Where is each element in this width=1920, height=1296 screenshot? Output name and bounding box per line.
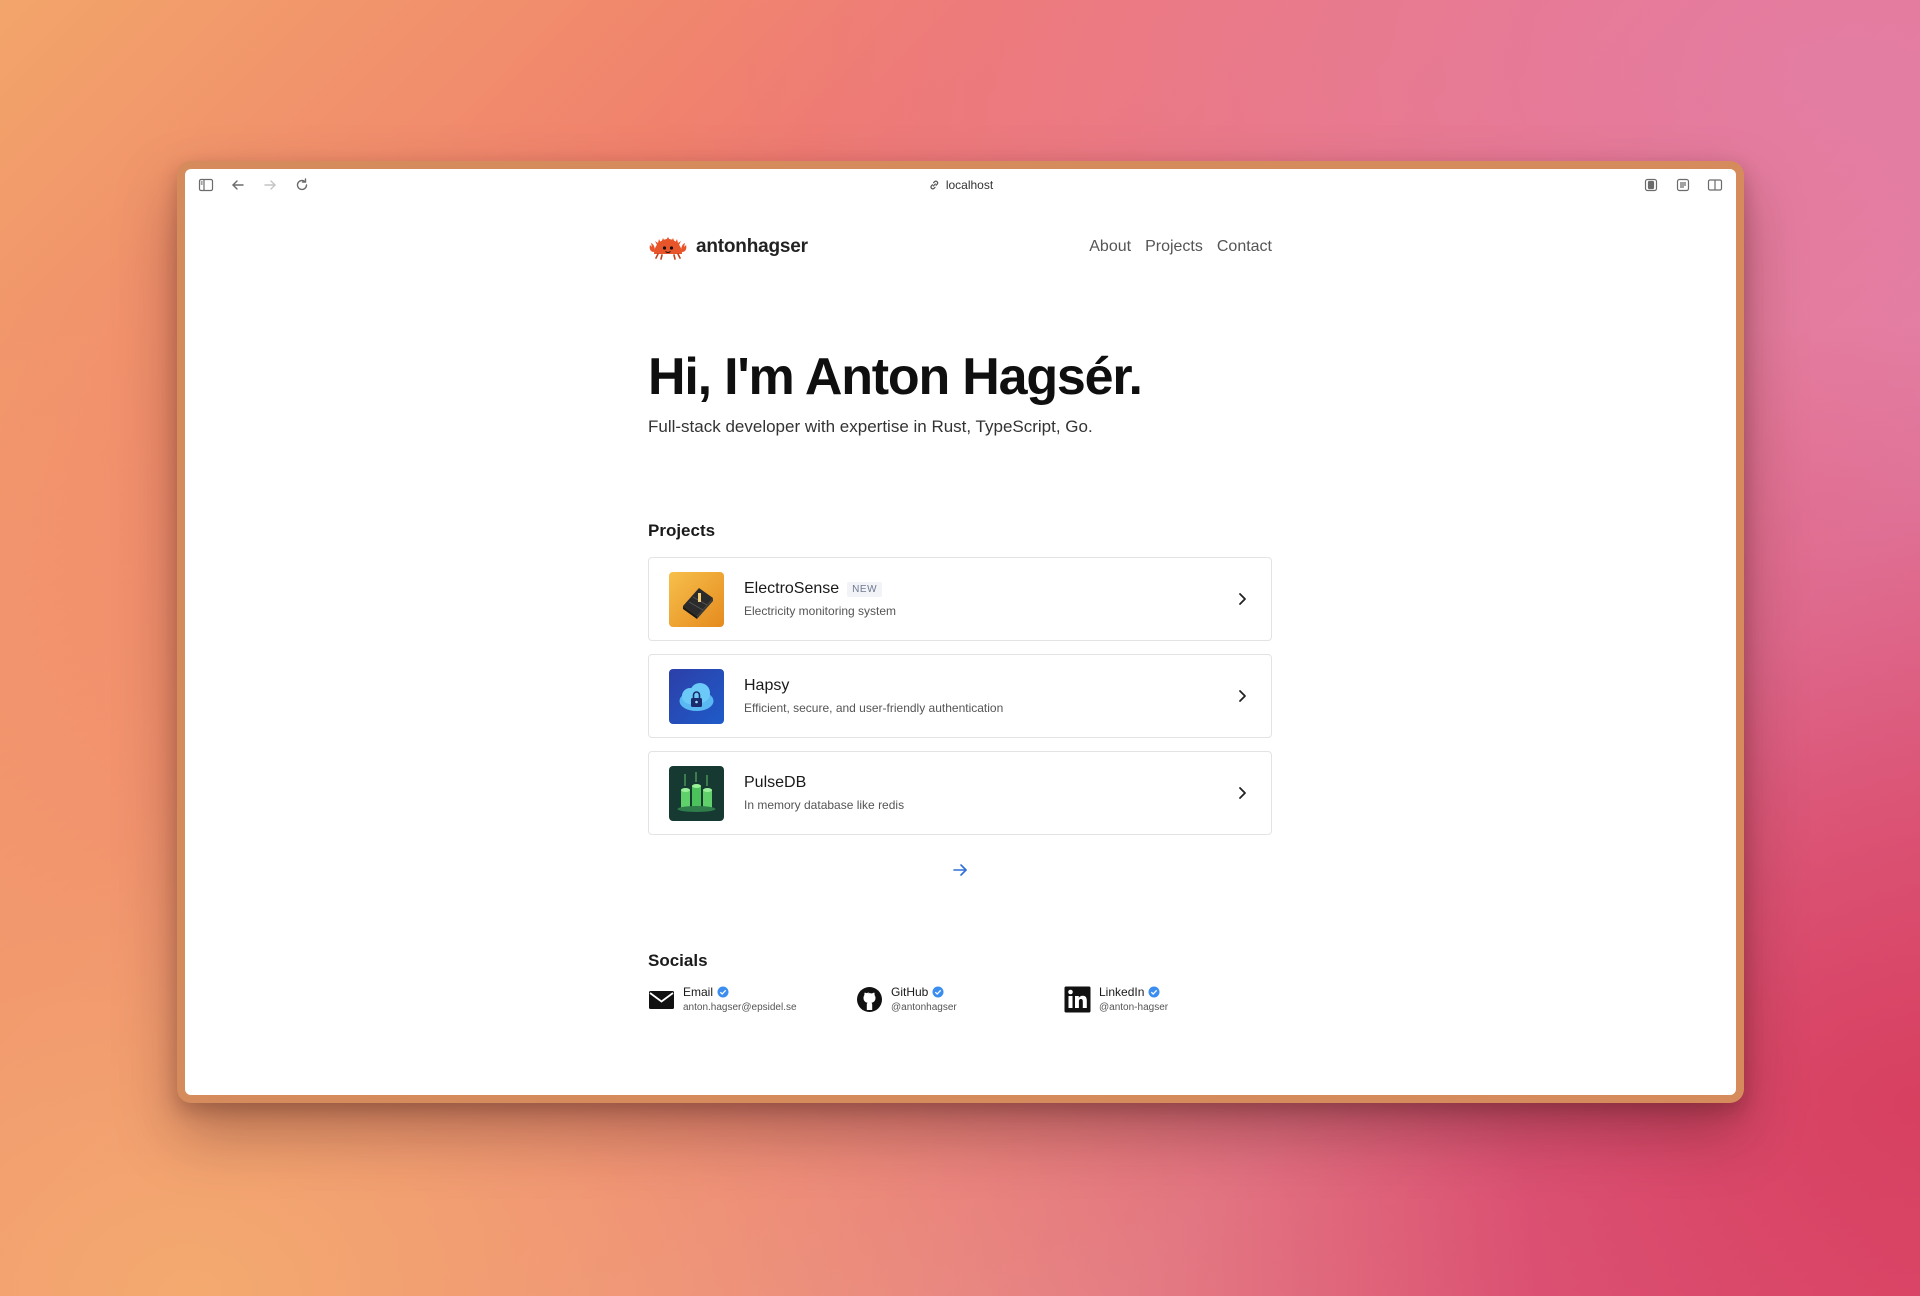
browser-window: localhost antonhagser About Projects Con… (177, 161, 1744, 1103)
projects-heading: Projects (648, 521, 716, 540)
back-icon[interactable] (229, 176, 247, 194)
browser-viewport: localhost antonhagser About Projects Con… (185, 169, 1736, 1095)
hero-subtitle: Full-stack developer with expertise in R… (648, 417, 1093, 436)
social-handle: @anton-hagser (1099, 1002, 1169, 1013)
verified-icon (717, 986, 729, 998)
nav-projects[interactable]: Projects (1145, 238, 1203, 256)
nav-contact[interactable]: Contact (1217, 238, 1272, 256)
sidebar-toggle-icon[interactable] (197, 176, 215, 194)
project-name: PulseDB (744, 774, 807, 791)
project-name: Hapsy (744, 677, 790, 694)
hero-title: Hi, I'm Anton Hagsér. (648, 348, 1143, 406)
project-card-electrosense[interactable]: ElectroSense NEW Electricity monitoring … (648, 557, 1272, 641)
crab-logo-icon (649, 237, 687, 260)
site-header: antonhagser About Projects Contact (648, 213, 1272, 281)
mail-icon (648, 986, 675, 1013)
hapsy-thumbnail (669, 668, 724, 724)
chevron-right-icon (1239, 787, 1246, 799)
project-list: ElectroSense NEW Electricity monitoring … (648, 557, 1272, 835)
verified-icon (1148, 986, 1160, 998)
social-github[interactable]: GitHub @antonhagser (856, 985, 1064, 1013)
project-description: In memory database like redis (744, 798, 905, 812)
browser-toolbar: localhost (185, 169, 1736, 201)
address-bar[interactable]: localhost (928, 169, 993, 201)
project-card-hapsy[interactable]: Hapsy Efficient, secure, and user-friend… (648, 654, 1272, 738)
reload-icon[interactable] (293, 176, 311, 194)
chevron-right-icon (1239, 593, 1246, 605)
linkedin-icon (1064, 986, 1091, 1013)
socials-heading: Socials (648, 951, 708, 970)
chevron-right-icon (1239, 690, 1246, 702)
page-content: antonhagser About Projects Contact Hi, I… (648, 201, 1272, 1013)
projects-section: Projects ElectroSense NEW Electricity mo… (648, 521, 1272, 879)
social-email[interactable]: Email anton.hagser@epsidel.se (648, 985, 856, 1013)
logo-link[interactable]: antonhagser (648, 234, 808, 260)
forward-icon[interactable] (261, 176, 279, 194)
link-icon (929, 180, 938, 190)
github-icon (856, 986, 883, 1013)
address-text: localhost (945, 178, 994, 192)
new-badge: NEW (847, 581, 883, 597)
split-view-icon[interactable] (1706, 176, 1724, 194)
project-description: Electricity monitoring system (744, 604, 897, 618)
socials-section: Socials Email anton.hagser@epsidel.se Gi… (648, 951, 1272, 1013)
more-projects-arrow-icon[interactable] (951, 861, 969, 879)
social-name: LinkedIn (1099, 985, 1145, 999)
social-linkedin[interactable]: LinkedIn @anton-hagser (1064, 985, 1272, 1013)
social-handle: anton.hagser@epsidel.se (683, 1002, 797, 1013)
project-name: ElectroSense (744, 580, 840, 597)
pulsedb-thumbnail (669, 765, 724, 821)
reader-icon[interactable] (1674, 176, 1692, 194)
project-card-pulsedb[interactable]: PulseDB In memory database like redis (648, 751, 1272, 835)
main-nav: About Projects Contact (1089, 238, 1272, 256)
social-handle: @antonhagser (891, 1002, 957, 1013)
brand-name: antonhagser (696, 236, 808, 257)
project-description: Efficient, secure, and user-friendly aut… (744, 701, 1004, 715)
verified-icon (932, 986, 944, 998)
social-name: Email (683, 985, 714, 999)
extension-icon[interactable] (1642, 176, 1660, 194)
nav-about[interactable]: About (1089, 238, 1131, 256)
social-name: GitHub (891, 985, 929, 999)
electrosense-thumbnail (669, 571, 724, 627)
